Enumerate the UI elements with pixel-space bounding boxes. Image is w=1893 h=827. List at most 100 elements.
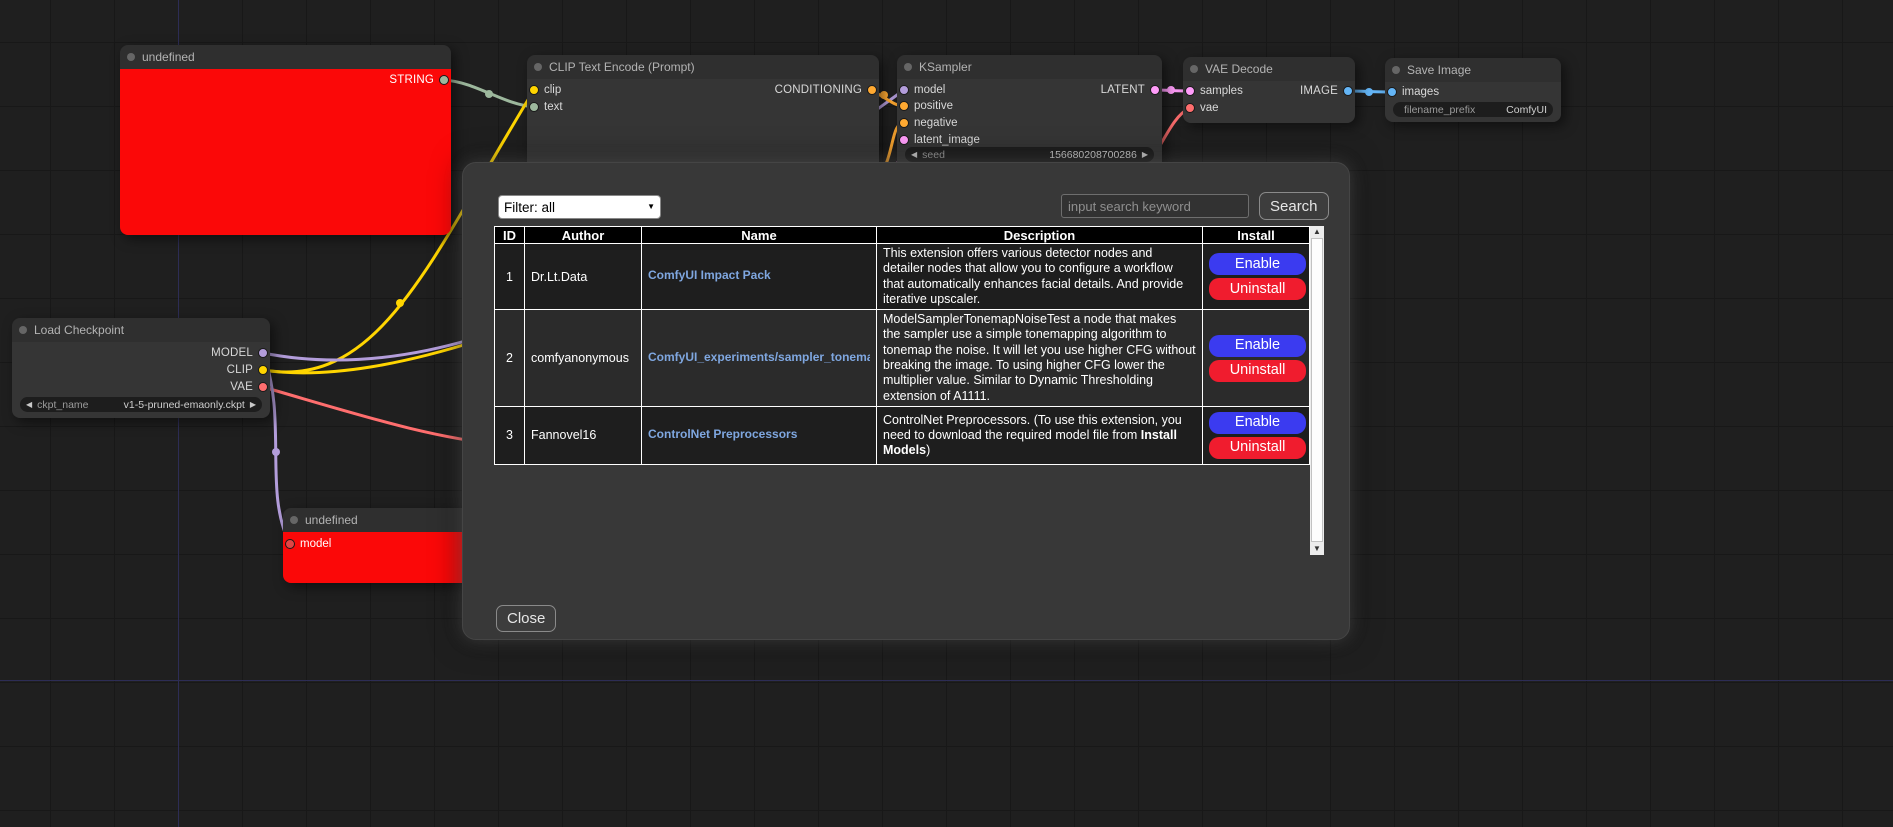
input-dot-latent-image[interactable] [899,135,909,145]
node-title-bar[interactable]: undefined [120,45,451,69]
input-dot-negative[interactable] [899,118,909,128]
node-body-error: STRING [120,69,451,235]
cell-author: Fannovel16 [525,406,642,464]
cell-name: ControlNet Preprocessors [642,406,877,464]
uninstall-button-row-2[interactable]: Uninstall [1209,360,1306,382]
output-slot-clip[interactable]: CLIP [227,363,270,377]
output-slot-vae[interactable]: VAE [230,380,270,394]
seed-widget[interactable]: ◀ seed 156680208700286 ▶ [905,147,1154,162]
input-slot-negative[interactable]: negative [897,116,957,130]
scroll-up-arrow-icon[interactable]: ▲ [1310,226,1324,238]
output-dot-vae[interactable] [258,382,268,392]
node-title-bar[interactable]: KSampler [897,55,1162,79]
output-slot-model[interactable]: MODEL [211,346,270,360]
cell-id: 2 [495,310,525,407]
node-undefined-top[interactable]: undefined STRING [120,45,451,235]
input-dot-images[interactable] [1387,87,1397,97]
filter-select[interactable]: Filter: all [498,195,661,219]
collapse-dot[interactable] [904,63,912,71]
node-load-checkpoint[interactable]: Load Checkpoint MODEL CLIP VAE ◀ ckpt_na… [12,318,270,418]
decrement-arrow-icon[interactable]: ◀ [26,397,32,412]
input-dot-positive[interactable] [899,101,909,111]
increment-arrow-icon[interactable]: ▶ [250,397,256,412]
table-header-row: ID Author Name Description Install [495,227,1310,244]
cell-description: ControlNet Preprocessors. (To use this e… [877,406,1203,464]
input-slot-positive[interactable]: positive [897,99,953,113]
ckpt-name-widget[interactable]: ◀ ckpt_name v1-5-pruned-emaonly.ckpt ▶ [20,397,262,412]
table-row: 2 comfyanonymous ComfyUI_experiments/sam… [495,310,1310,407]
output-dot-latent[interactable] [1150,85,1160,95]
node-title-bar[interactable]: undefined [283,508,478,532]
slot-label: IMAGE [1300,85,1338,97]
output-slot-image[interactable]: IMAGE [1300,84,1355,98]
search-button[interactable]: Search [1259,192,1329,220]
output-slot-string[interactable]: STRING [389,73,451,87]
node-graph-canvas[interactable]: undefined STRING CLIP Text Encode (Promp… [0,0,1893,827]
input-slot-model[interactable]: model [897,83,945,97]
node-save-image[interactable]: Save Image images filename_prefix ComfyU… [1385,58,1561,122]
collapse-dot[interactable] [290,516,298,524]
cell-name: ComfyUI Impact Pack [642,244,877,310]
slot-label: MODEL [211,347,253,359]
input-slot-model[interactable]: model [283,537,331,551]
filename-prefix-widget[interactable]: filename_prefix ComfyUI [1393,102,1553,117]
uninstall-button-row-3[interactable]: Uninstall [1209,437,1306,459]
close-button[interactable]: Close [496,605,556,632]
search-input[interactable] [1061,194,1249,218]
input-slot-images[interactable]: images [1385,85,1439,99]
collapse-dot[interactable] [534,63,542,71]
input-dot-model[interactable] [899,85,909,95]
cell-author: comfyanonymous [525,310,642,407]
output-slot-conditioning[interactable]: CONDITIONING [775,83,879,97]
output-dot-conditioning[interactable] [867,85,877,95]
column-header-install: Install [1203,227,1310,244]
node-title-bar[interactable]: CLIP Text Encode (Prompt) [527,55,879,79]
node-title-bar[interactable]: VAE Decode [1183,57,1355,81]
scrollbar-thumb[interactable] [1311,238,1323,542]
slot-label: samples [1200,85,1243,97]
node-body-error: model [283,532,478,583]
input-slot-samples[interactable]: samples [1183,84,1243,98]
extension-link[interactable]: ComfyUI_experiments/sampler_tonemap [648,350,870,364]
collapse-dot[interactable] [1190,65,1198,73]
node-vae-decode[interactable]: VAE Decode samples vae IMAGE [1183,57,1355,123]
enable-button-row-2[interactable]: Enable [1209,335,1306,357]
input-dot-samples[interactable] [1185,86,1195,96]
output-dot-clip[interactable] [258,365,268,375]
input-slot-vae[interactable]: vae [1183,101,1219,115]
output-dot-model[interactable] [258,348,268,358]
extension-link[interactable]: ComfyUI Impact Pack [648,268,771,282]
node-title: Save Image [1407,63,1471,77]
collapse-dot[interactable] [127,53,135,61]
slot-label: latent_image [914,134,980,146]
input-dot-clip[interactable] [529,85,539,95]
slot-label: model [300,538,331,550]
slot-label: CLIP [227,364,253,376]
extension-link[interactable]: ControlNet Preprocessors [648,427,797,441]
link-midpoint-dot [1167,86,1175,94]
scroll-down-arrow-icon[interactable]: ▼ [1310,543,1324,555]
enable-button-row-1[interactable]: Enable [1209,253,1306,275]
input-slot-latent-image[interactable]: latent_image [897,133,980,147]
uninstall-button-row-1[interactable]: Uninstall [1209,278,1306,300]
output-slot-latent[interactable]: LATENT [1101,83,1162,97]
cell-id: 1 [495,244,525,310]
input-dot-text[interactable] [529,102,539,112]
input-dot-vae[interactable] [1185,103,1195,113]
increment-arrow-icon[interactable]: ▶ [1142,147,1148,162]
custom-nodes-manager-dialog: Filter: all ▼ Search ID Author Name Desc… [462,162,1350,640]
node-title-bar[interactable]: Load Checkpoint [12,318,270,342]
output-dot-string[interactable] [439,75,449,85]
output-dot-image[interactable] [1343,86,1353,96]
table-scrollbar[interactable]: ▲ ▼ [1310,226,1324,555]
collapse-dot[interactable] [1392,66,1400,74]
node-title: undefined [305,513,358,527]
collapse-dot[interactable] [19,326,27,334]
enable-button-row-3[interactable]: Enable [1209,412,1306,434]
input-slot-text[interactable]: text [527,100,563,114]
input-slot-clip[interactable]: clip [527,83,561,97]
input-dot-model[interactable] [285,539,295,549]
decrement-arrow-icon[interactable]: ◀ [911,147,917,162]
node-title-bar[interactable]: Save Image [1385,58,1561,82]
node-undefined-bottom[interactable]: undefined model [283,508,478,583]
